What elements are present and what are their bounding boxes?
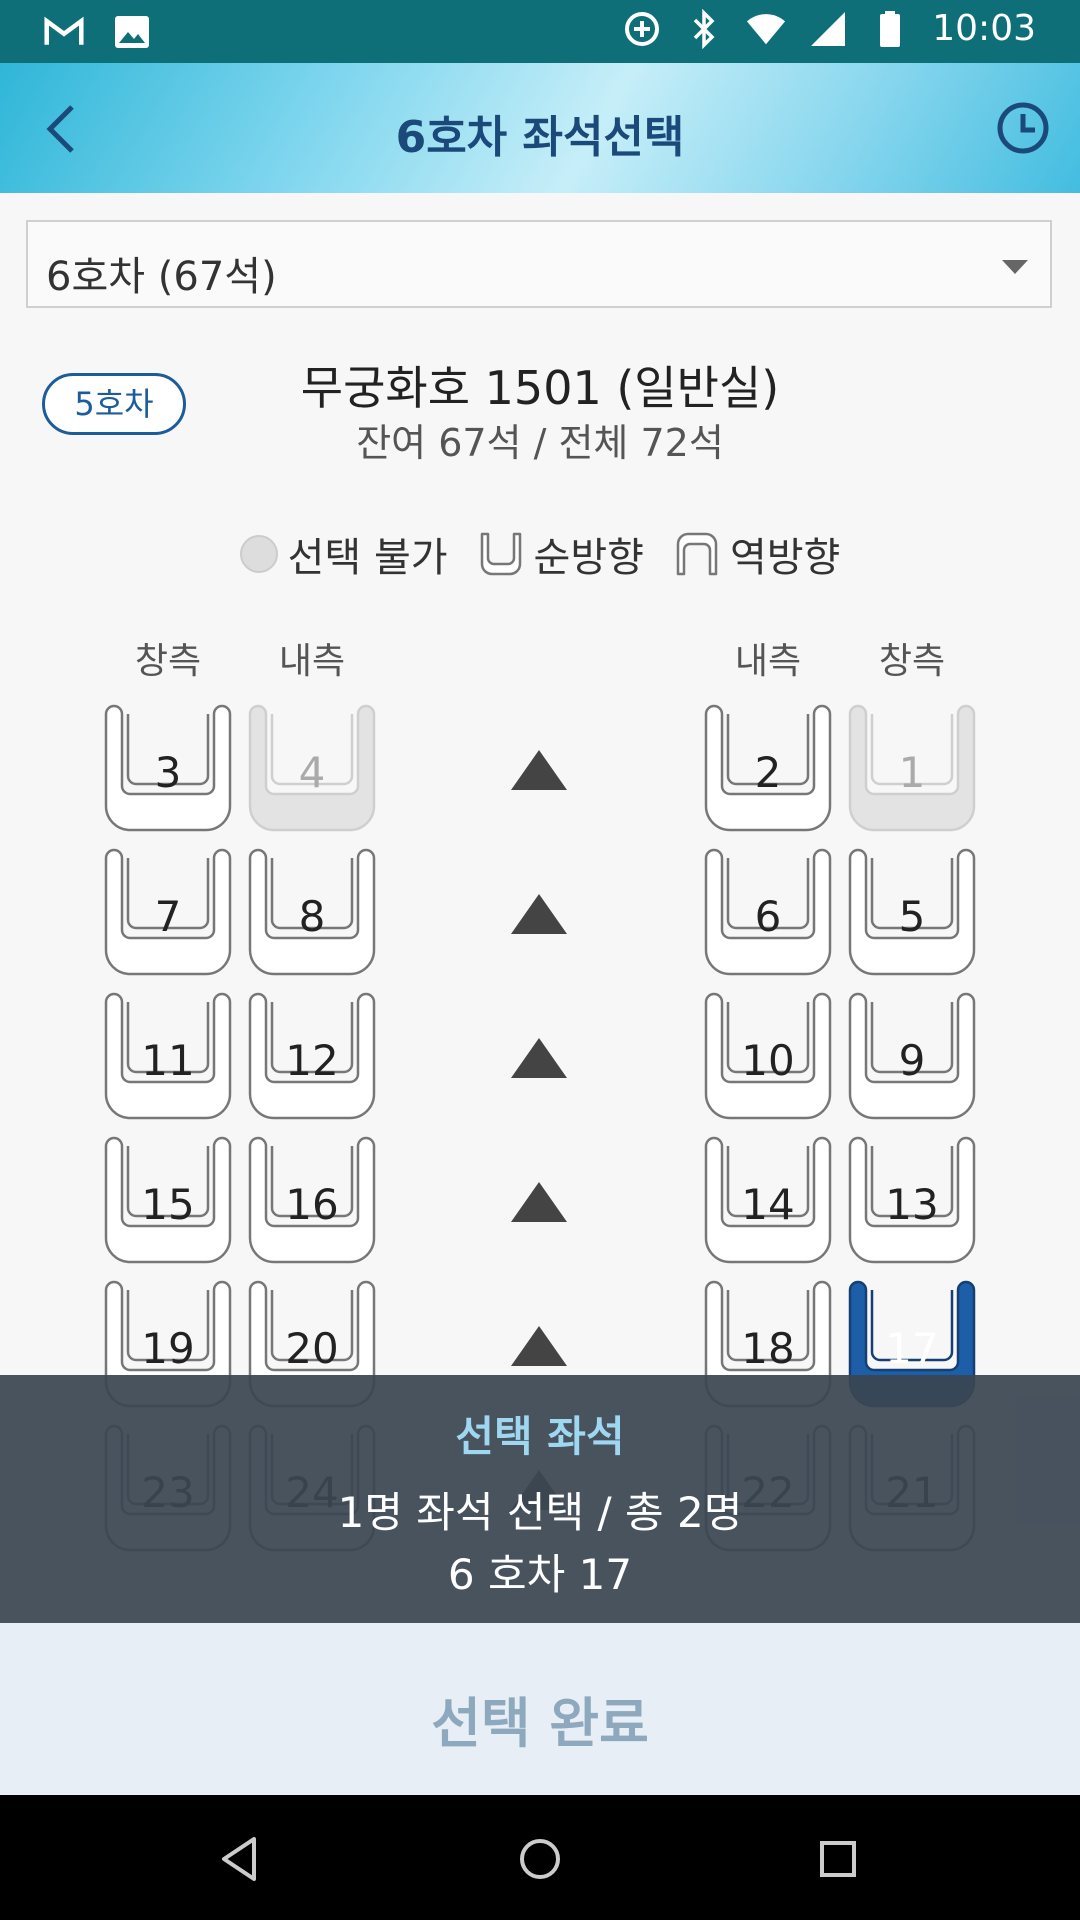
- dropdown-caret-icon: [1002, 260, 1028, 274]
- seat-1: 1: [845, 704, 979, 834]
- seat-8[interactable]: 8: [245, 848, 379, 978]
- seat-availability: 잔여 67석 / 전체 72석: [356, 421, 724, 465]
- seat-legend: 선택 불가 순방향 역방향: [0, 525, 1080, 583]
- legend-backward-label: 역방향: [729, 535, 841, 581]
- bluetooth-icon: [684, 8, 724, 49]
- legend-unavailable: 선택 불가: [239, 525, 448, 583]
- seat-7[interactable]: 7: [101, 848, 235, 978]
- nav-home-button[interactable]: [512, 1831, 568, 1887]
- seat-16[interactable]: 16: [245, 1136, 379, 1266]
- col-left-window: 창측: [134, 641, 202, 682]
- status-time: 10:03: [932, 8, 1036, 49]
- col-left-aisle: 내측: [278, 641, 346, 682]
- direction-arrow-icon: [511, 894, 567, 934]
- seat-9[interactable]: 9: [845, 992, 979, 1122]
- seat-12[interactable]: 12: [245, 992, 379, 1122]
- seat-number: 9: [898, 1036, 926, 1085]
- seat-5[interactable]: 5: [845, 848, 979, 978]
- nav-recents-button[interactable]: [810, 1831, 866, 1887]
- selection-count: 1명 좌석 선택 / 총 2명: [337, 1488, 743, 1537]
- seat-13[interactable]: 13: [845, 1136, 979, 1266]
- direction-arrow-icon: [511, 750, 567, 790]
- seat-number: 6: [754, 892, 782, 941]
- seat-number: 19: [141, 1324, 195, 1373]
- seat-14[interactable]: 14: [701, 1136, 835, 1266]
- seat-number: 14: [741, 1180, 795, 1229]
- page-title: 6호차 좌석선택: [395, 112, 685, 163]
- nav-back-button[interactable]: [214, 1831, 270, 1887]
- legend-unavailable-label: 선택 불가: [287, 535, 448, 581]
- direction-arrow-icon: [511, 1182, 567, 1222]
- seat-number: 20: [285, 1324, 339, 1373]
- seat-11[interactable]: 11: [101, 992, 235, 1122]
- gmail-icon: [44, 12, 84, 52]
- seat-number: 4: [298, 748, 326, 797]
- status-bar: 10:03: [0, 0, 1080, 63]
- selection-panel: 선택 좌석 1명 좌석 선택 / 총 2명 6 호차 17: [0, 1375, 1080, 1623]
- confirm-button[interactable]: 선택 완료: [0, 1623, 1080, 1795]
- col-right-window: 창측: [878, 641, 946, 682]
- unavailable-dot-icon: [239, 535, 278, 573]
- legend-forward-label: 순방향: [533, 535, 644, 581]
- seat-number: 17: [885, 1324, 939, 1373]
- legend-backward: 역방향: [674, 525, 840, 583]
- data-saver-icon: [622, 9, 662, 49]
- car-select-value: 6호차 (67석): [46, 254, 277, 300]
- seat-number: 3: [154, 748, 182, 797]
- image-icon: [112, 12, 152, 52]
- seat-number: 18: [741, 1324, 795, 1373]
- seat-number: 10: [741, 1036, 795, 1085]
- clock-icon: [997, 102, 1049, 154]
- legend-forward: 순방향: [478, 525, 644, 583]
- seat-number: 16: [285, 1180, 339, 1229]
- confirm-button-label: 선택 완료: [431, 1692, 649, 1755]
- seat-4: 4: [245, 704, 379, 834]
- forward-seat-icon: [480, 532, 521, 576]
- seat-10[interactable]: 10: [701, 992, 835, 1122]
- signal-icon: [808, 9, 848, 49]
- direction-arrow-icon: [511, 1326, 567, 1366]
- seat-number: 7: [154, 892, 182, 941]
- seat-15[interactable]: 15: [101, 1136, 235, 1266]
- seat-number: 15: [141, 1180, 195, 1229]
- seat-number: 8: [298, 892, 326, 941]
- seat-number: 2: [754, 748, 782, 797]
- battery-icon: [870, 9, 910, 49]
- seat-6[interactable]: 6: [701, 848, 835, 978]
- seat-number: 12: [285, 1036, 339, 1085]
- history-button[interactable]: [994, 99, 1052, 157]
- nav-home-icon: [520, 1839, 560, 1879]
- seat-number: 13: [885, 1180, 939, 1229]
- selected-seat-info: 6 호차 17: [447, 1550, 633, 1599]
- app-bar: 6호차 좌석선택: [0, 63, 1080, 193]
- navigation-bar: [0, 1795, 1080, 1920]
- seat-number: 11: [141, 1036, 195, 1085]
- col-right-aisle: 내측: [734, 641, 802, 682]
- seat-3[interactable]: 3: [101, 704, 235, 834]
- backward-seat-icon: [676, 532, 718, 576]
- seat-2[interactable]: 2: [701, 704, 835, 834]
- train-name: 무궁화호 1501 (일반실): [300, 361, 780, 415]
- selection-title: 선택 좌석: [455, 1412, 625, 1461]
- nav-back-icon: [222, 1837, 256, 1881]
- nav-recents-icon: [820, 1841, 856, 1877]
- seat-number: 5: [898, 892, 926, 941]
- car-select-dropdown[interactable]: 6호차 (67석): [26, 220, 1052, 308]
- wifi-icon: [746, 9, 786, 49]
- seat-number: 1: [898, 748, 926, 797]
- direction-arrow-icon: [511, 1038, 567, 1078]
